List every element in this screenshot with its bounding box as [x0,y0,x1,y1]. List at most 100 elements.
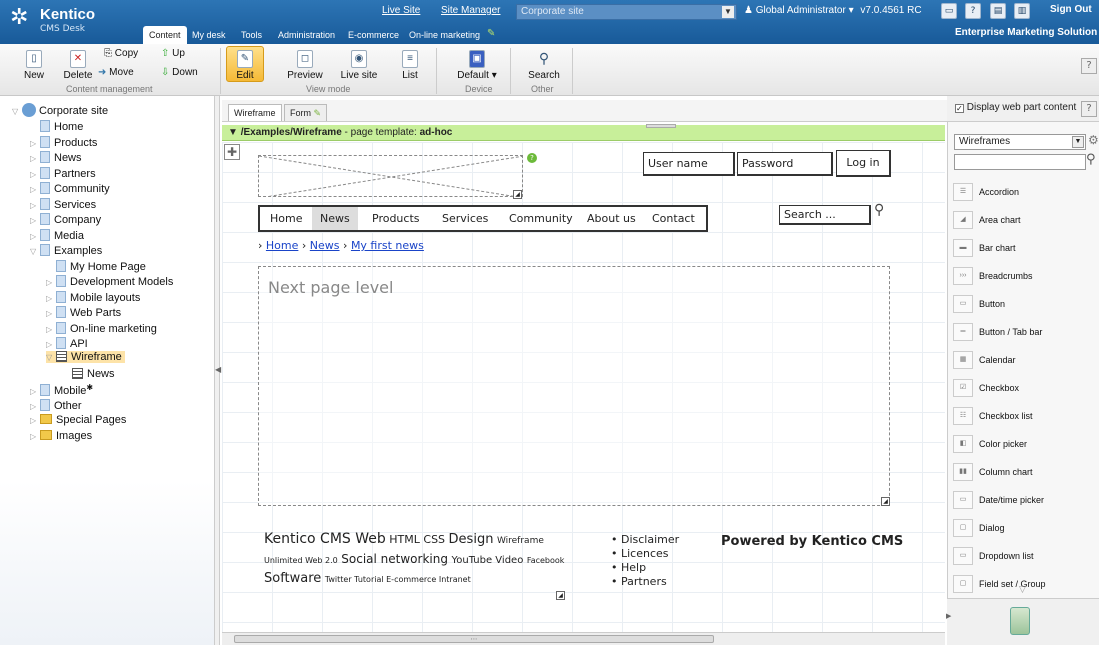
breadcrumb-home[interactable]: Home [266,239,298,252]
footer-link-licences[interactable]: • Licences [611,547,679,561]
tree-item-home[interactable]: Home [30,120,83,133]
footer-link-partners[interactable]: • Partners [611,575,679,589]
kentico-logo[interactable]: ✲ Kentico CMS Desk [6,4,142,37]
tree-item-media[interactable]: ▷ Media [30,229,84,242]
menu-item-products[interactable]: Products [370,212,422,225]
tree-item-online-marketing[interactable]: ▷ On-line marketing [46,322,157,335]
resize-icon[interactable]: ◢ [556,591,565,600]
gear-icon[interactable]: ⚙ [1088,133,1099,147]
notes-icon[interactable]: ▤ [990,3,1006,19]
web-part-breadcrumbs[interactable]: ››› Breadcrumbs [952,264,1092,290]
web-part-dropdown-list[interactable]: ▭ Dropdown list [952,544,1092,570]
web-part-accordion[interactable]: ☰ Accordion [952,180,1092,206]
tree-item-community[interactable]: ▷ Community [30,182,110,195]
copy-button[interactable]: ⎘ Copy [104,48,138,59]
document-icon[interactable]: ▥ [1014,3,1030,19]
tag[interactable]: YouTube Video [451,555,523,566]
menu-item-community[interactable]: Community [507,212,575,225]
scroll-down-icon[interactable]: ▽ [1019,585,1026,595]
tree-item-news[interactable]: ▷ News [30,151,82,164]
sign-out-button[interactable]: Sign Out [1050,4,1092,15]
tab-tools[interactable]: Tools [235,26,268,44]
info-icon[interactable]: ? [527,153,537,163]
tag[interactable]: Kentico CMS Web [264,531,386,547]
footer-link-help[interactable]: • Help [611,561,679,575]
tab-administration[interactable]: Administration [272,26,341,44]
breadcrumb-news[interactable]: News [310,239,340,252]
tree-item-web-parts[interactable]: ▷ Web Parts [46,306,121,319]
password-field[interactable]: Password [737,152,833,176]
add-icon[interactable]: ✚ [224,144,240,160]
user-menu[interactable]: ♟ Global Administrator ▾ v7.0.4561 RC [744,5,922,16]
menu-item-home[interactable]: Home [268,212,304,225]
chevron-down-icon[interactable]: ▼ [228,127,241,138]
site-manager-link[interactable]: Site Manager [441,5,500,16]
checkbox-checked-icon[interactable]: ✓ [955,104,964,113]
recycle-bin-zone[interactable] [947,598,1099,645]
menu-item-news[interactable]: News [312,207,358,230]
preview-button[interactable]: ◻ Preview [286,50,324,81]
pencil-icon[interactable]: ✎ [487,28,495,39]
tag[interactable]: Social networking [341,552,448,566]
tag[interactable]: HTML CSS [389,533,445,546]
menu-item-contact[interactable]: Contact [650,212,697,225]
collapse-handle[interactable] [646,124,676,128]
tree-item-partners[interactable]: ▷ Partners [30,167,96,180]
resize-icon[interactable]: ◢ [881,497,890,506]
tree-item-special-pages[interactable]: ▷ Special Pages [30,414,126,426]
live-site-link[interactable]: Live Site [382,5,420,16]
list-button[interactable]: ≡ List [399,50,421,81]
collapse-right-icon[interactable]: ▶ [946,612,951,620]
scrollbar-thumb[interactable]: ⋯ [234,635,714,643]
web-part-button[interactable]: ▭ Button [952,292,1092,318]
tag[interactable]: Software [264,571,321,586]
site-select[interactable]: Corporate site ▼ [516,4,737,20]
delete-button[interactable]: ✕ Delete [62,50,94,81]
search-icon[interactable]: ⚲ [874,202,884,218]
down-button[interactable]: ⇩ Down [161,67,198,78]
web-part-color-picker[interactable]: ◧ Color picker [952,432,1092,458]
tree-item-other[interactable]: ▷ Other [30,399,82,412]
tab-wireframe[interactable]: Wireframe [228,104,282,121]
web-part-bar-chart[interactable]: ▬ Bar chart [952,236,1092,262]
horizontal-scrollbar[interactable]: ⋯ [222,632,945,645]
tree-item-development-models[interactable]: ▷ Development Models [46,275,173,288]
tree-item-mobile[interactable]: ▷ Mobile✱ [30,383,93,397]
tab-content[interactable]: Content [143,26,187,44]
web-part-checkbox-list[interactable]: ☷ Checkbox list [952,404,1092,430]
next-page-level-zone[interactable]: Next page level [258,266,890,506]
tree-item-services[interactable]: ▷ Services [30,198,96,211]
tree-item-wireframe-news[interactable]: News [62,368,115,380]
help-icon[interactable]: ? [1081,101,1097,117]
tag[interactable]: Wireframe [497,536,544,546]
device-default-button[interactable]: ▣ Default ▾ [455,50,499,81]
web-part-search-input[interactable] [954,154,1086,170]
search-input[interactable]: Search ... [779,205,871,225]
search-icon[interactable]: ⚲ [1086,152,1096,167]
tree-item-examples[interactable]: ▽ Examples [30,244,102,257]
tab-online-marketing[interactable]: On-line marketing [403,26,486,44]
menu-item-about-us[interactable]: About us [585,212,638,225]
tab-form[interactable]: Form ✎ [284,104,328,121]
web-part-date-time-picker[interactable]: ▭ Date/time picker [952,488,1092,514]
web-part-dialog[interactable]: ▢ Dialog [952,516,1092,542]
messages-icon[interactable]: ▭ [941,3,957,19]
web-part-category-select[interactable]: Wireframes ▼ [954,134,1086,150]
tree-item-products[interactable]: ▷ Products [30,136,97,149]
help-icon[interactable]: ? [965,3,981,19]
tree-item-images[interactable]: ▷ Images [30,430,92,442]
tree-item-mobile-layouts[interactable]: ▷ Mobile layouts [46,291,140,304]
help-icon[interactable]: ? [1081,58,1097,74]
login-button[interactable]: Log in [836,150,891,177]
web-part-column-chart[interactable]: ▮▮ Column chart [952,460,1092,486]
web-part-calendar[interactable]: ▦ Calendar [952,348,1092,374]
move-button[interactable]: ➜ Move [98,67,134,78]
logo-placeholder[interactable] [258,155,523,197]
live-site-button[interactable]: ◉ Live site [339,50,379,81]
tag[interactable]: Design [449,532,494,547]
breadcrumb-my-first-news[interactable]: My first news [351,239,424,252]
new-button[interactable]: ▯ New [22,50,46,81]
tag[interactable]: Facebook [527,556,565,565]
web-part-area-chart[interactable]: ◢ Area chart [952,208,1092,234]
display-web-part-content[interactable]: ✓ Display web part content [947,96,1099,122]
